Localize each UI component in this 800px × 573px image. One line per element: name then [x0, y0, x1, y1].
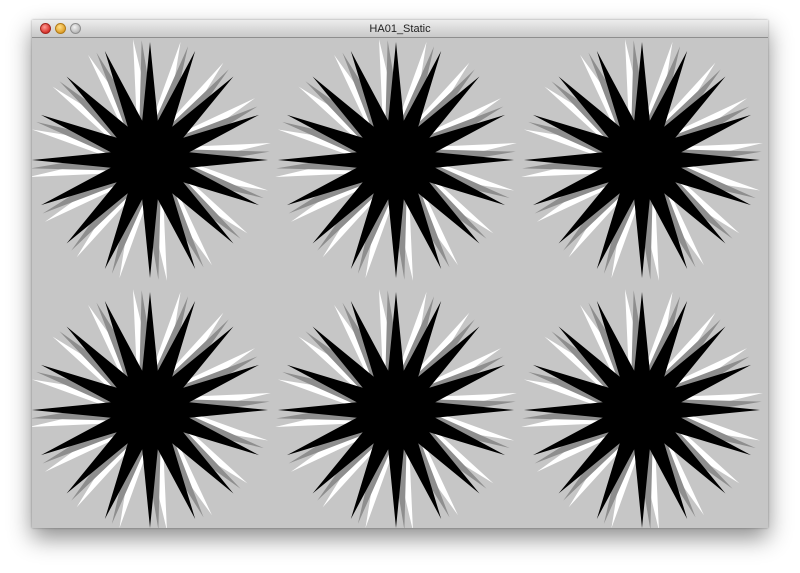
star-layer-black [32, 292, 268, 528]
stars-drawing [32, 39, 763, 528]
starburst-r1-c1 [32, 39, 271, 281]
starburst-r2-c1 [32, 289, 271, 528]
starburst-r1-c3 [521, 39, 763, 281]
window-title: HA01_Static [369, 23, 431, 35]
starburst-r1-c2 [275, 39, 517, 281]
app-window: HA01_Static [32, 20, 768, 528]
sketch-canvas[interactable] [32, 38, 768, 528]
star-layer-black [278, 292, 514, 528]
star-layer-black [278, 42, 514, 278]
title-bar[interactable]: HA01_Static [32, 20, 768, 38]
star-layer-black [524, 292, 760, 528]
star-layer-black [32, 42, 268, 278]
star-layer-black [524, 42, 760, 278]
starburst-r2-c3 [521, 289, 763, 528]
starburst-r2-c2 [275, 289, 517, 528]
